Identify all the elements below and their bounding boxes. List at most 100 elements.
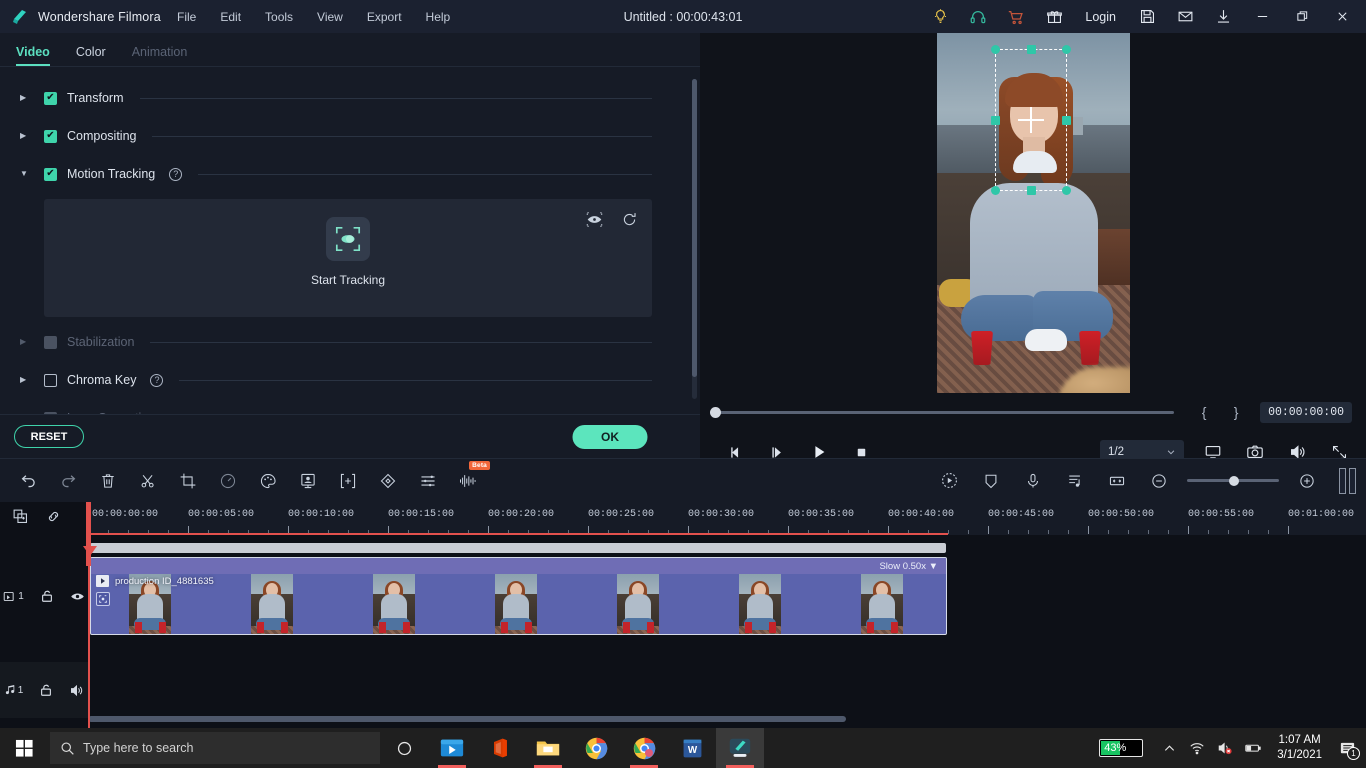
property-row-motion-tracking[interactable]: ▼ ✔ Motion Tracking ?: [0, 155, 700, 193]
chevron-up-icon[interactable]: [1155, 728, 1183, 768]
motion-tracking-checkbox[interactable]: ✔: [44, 168, 57, 181]
crop-to-fit-icon[interactable]: [334, 467, 362, 495]
file-explorer-icon[interactable]: [524, 728, 572, 768]
timeline-zoom-knob[interactable]: [1229, 476, 1239, 486]
property-row-compositing[interactable]: ▶ ✔ Compositing: [0, 117, 700, 155]
preview-timecode[interactable]: 00:00:00:00: [1260, 402, 1352, 423]
cortana-circle-icon[interactable]: [380, 728, 428, 768]
handle-top-right[interactable]: [1062, 45, 1071, 54]
panel-scrollbar[interactable]: [692, 79, 697, 399]
property-row-transform[interactable]: ▶ ✔ Transform: [0, 79, 700, 117]
split-view-icon[interactable]: [1339, 468, 1356, 494]
wifi-icon[interactable]: [1183, 728, 1211, 768]
mark-in-button[interactable]: {: [1188, 404, 1220, 420]
chrome-beta-icon[interactable]: [620, 728, 668, 768]
delete-trash-icon[interactable]: [94, 467, 122, 495]
chevron-right-icon[interactable]: ▶: [20, 94, 34, 102]
menu-tools[interactable]: Tools: [253, 4, 305, 30]
volume-muted-icon[interactable]: [1211, 728, 1239, 768]
menu-edit[interactable]: Edit: [208, 4, 253, 30]
headset-support-icon[interactable]: [959, 0, 997, 33]
help-icon[interactable]: ?: [150, 374, 163, 387]
timeline-zoom-slider[interactable]: [1187, 479, 1279, 482]
mark-out-button[interactable]: }: [1220, 404, 1252, 420]
taskbar-search-box[interactable]: Type here to search: [50, 732, 380, 764]
timeline-horizontal-scrollbar[interactable]: [88, 716, 1366, 722]
timeline-playhead[interactable]: [86, 502, 91, 566]
handle-bottom-center[interactable]: [1027, 186, 1036, 195]
chevron-right-icon[interactable]: ▶: [20, 338, 34, 346]
help-icon[interactable]: ?: [169, 168, 182, 181]
audio-beat-icon[interactable]: Beta: [454, 467, 482, 495]
reset-button[interactable]: RESET: [14, 425, 84, 448]
lightbulb-tip-icon[interactable]: [921, 0, 959, 33]
audio-mixer-icon[interactable]: [1061, 467, 1089, 495]
tab-animation[interactable]: Animation: [132, 45, 188, 66]
chrome-icon[interactable]: [572, 728, 620, 768]
property-row-chroma-key[interactable]: ▶ Chroma Key ?: [0, 361, 700, 399]
handle-top-center[interactable]: [1027, 45, 1036, 54]
seek-slider[interactable]: [714, 411, 1174, 414]
filmora-icon[interactable]: [716, 728, 764, 768]
add-media-icon[interactable]: [12, 508, 29, 525]
timeline-ruler[interactable]: 00:00:00:00 00:00:05:00 00:00:10:00 00:0…: [88, 502, 1366, 535]
zoom-out-icon[interactable]: [1145, 467, 1173, 495]
chevron-right-icon[interactable]: ▶: [20, 132, 34, 140]
handle-middle-right[interactable]: [1062, 116, 1071, 125]
speaker-icon[interactable]: [69, 683, 84, 698]
office-icon[interactable]: [476, 728, 524, 768]
start-tracking-icon[interactable]: [326, 217, 370, 261]
eye-icon[interactable]: [70, 589, 85, 604]
save-icon[interactable]: [1128, 0, 1166, 33]
tab-color[interactable]: Color: [76, 45, 106, 66]
windows-start-icon[interactable]: [0, 728, 48, 768]
stabilization-checkbox[interactable]: [44, 336, 57, 349]
render-preview-icon[interactable]: [935, 467, 963, 495]
unlock-icon[interactable]: [40, 589, 54, 603]
restore-icon[interactable]: [1282, 0, 1322, 33]
green-screen-icon[interactable]: [294, 467, 322, 495]
adjust-sliders-icon[interactable]: [414, 467, 442, 495]
handle-bottom-left[interactable]: [991, 186, 1000, 195]
compositing-checkbox[interactable]: ✔: [44, 130, 57, 143]
handle-bottom-right[interactable]: [1062, 186, 1071, 195]
motion-tracking-selection-box[interactable]: [995, 49, 1067, 191]
handle-top-left[interactable]: [991, 45, 1000, 54]
link-chain-icon[interactable]: [45, 508, 62, 525]
chevron-down-icon[interactable]: ▼: [20, 170, 34, 178]
minimize-icon[interactable]: [1242, 0, 1282, 33]
battery-percentage-badge[interactable]: 43%: [1099, 739, 1143, 757]
timeline-clip[interactable]: Slow 0.50x ▼ production ID_4881635: [90, 557, 947, 635]
split-scissors-icon[interactable]: [134, 467, 162, 495]
clip-motion-tracking-badge[interactable]: [96, 592, 110, 606]
chevron-right-icon[interactable]: ▶: [20, 376, 34, 384]
clip-speed-bar[interactable]: Slow 0.50x ▼: [91, 558, 946, 574]
notification-center-icon[interactable]: 1: [1332, 728, 1362, 768]
scrollbar-thumb[interactable]: [692, 79, 697, 377]
taskbar-clock[interactable]: 1:07 AM 3/1/2021: [1267, 733, 1332, 763]
menu-export[interactable]: Export: [355, 4, 414, 30]
word-icon[interactable]: W: [668, 728, 716, 768]
mail-icon[interactable]: [1166, 0, 1204, 33]
seek-knob[interactable]: [710, 407, 721, 418]
start-tracking-group[interactable]: Start Tracking: [44, 217, 652, 287]
cart-icon[interactable]: [997, 0, 1035, 33]
color-palette-icon[interactable]: [254, 467, 282, 495]
voiceover-mic-icon[interactable]: [1019, 467, 1047, 495]
zoom-in-icon[interactable]: [1293, 467, 1321, 495]
property-row-stabilization[interactable]: ▶ Stabilization: [0, 323, 700, 361]
menu-view[interactable]: View: [305, 4, 355, 30]
download-icon[interactable]: [1204, 0, 1242, 33]
unlock-icon[interactable]: [39, 683, 53, 697]
ok-button[interactable]: OK: [573, 425, 648, 449]
timeline-clip-area[interactable]: Slow 0.50x ▼ production ID_4881635: [88, 535, 1366, 728]
login-button[interactable]: Login: [1073, 10, 1128, 24]
chroma-key-checkbox[interactable]: [44, 374, 57, 387]
redo-icon[interactable]: [54, 467, 82, 495]
menu-file[interactable]: File: [165, 4, 208, 30]
fit-timeline-icon[interactable]: [1103, 467, 1131, 495]
handle-middle-left[interactable]: [991, 116, 1000, 125]
undo-icon[interactable]: [14, 467, 42, 495]
close-icon[interactable]: [1322, 0, 1362, 33]
battery-icon[interactable]: [1239, 728, 1267, 768]
